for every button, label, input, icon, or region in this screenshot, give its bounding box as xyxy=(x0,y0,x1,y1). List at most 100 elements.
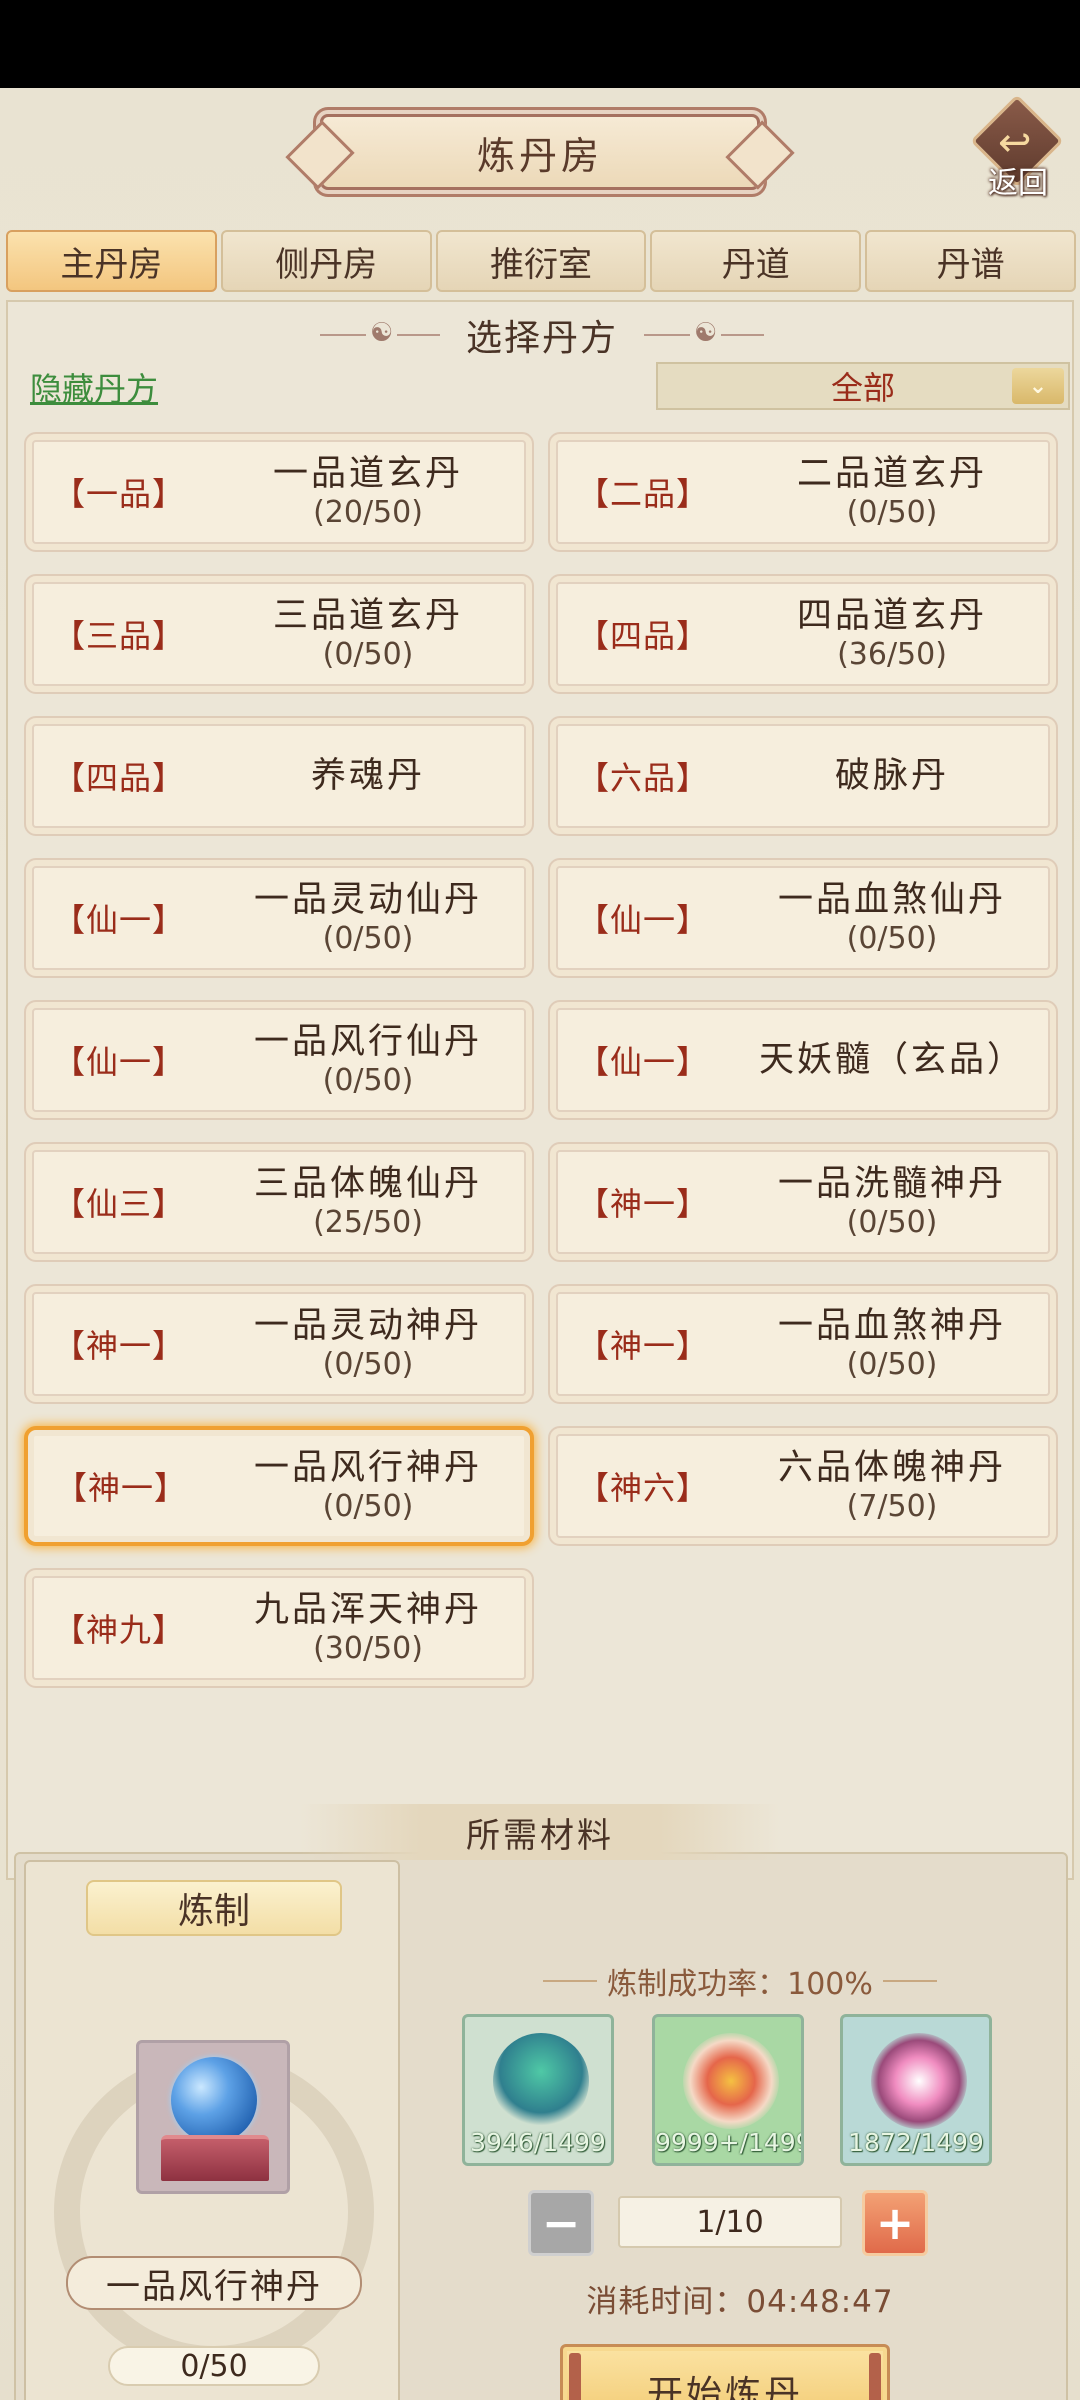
recipe-info: 一品风行神丹 (0/50) xyxy=(214,1447,530,1525)
recipe-info: 一品血煞仙丹 (0/50) xyxy=(736,879,1056,957)
recipe-card[interactable]: 【六品】 破脉丹 xyxy=(548,716,1058,836)
recipe-grade: 【神一】 xyxy=(54,1469,187,1507)
recipe-count: (0/50) xyxy=(322,637,414,672)
recipe-count: (0/50) xyxy=(846,1205,938,1240)
recipe-info: 一品灵动仙丹 (0/50) xyxy=(212,879,532,957)
choose-recipe-header: 选择丹方 xyxy=(8,310,1076,360)
decrease-quantity-button[interactable]: − xyxy=(528,2190,594,2256)
recipe-card[interactable]: 【仙一】 一品灵动仙丹 (0/50) xyxy=(24,858,534,978)
recipe-count: (0/50) xyxy=(846,495,938,530)
recipe-card[interactable]: 【仙一】 一品血煞仙丹 (0/50) xyxy=(548,858,1058,978)
hide-recipes-link[interactable]: 隐藏丹方 xyxy=(30,364,158,410)
recipe-info: 三品道玄丹 (0/50) xyxy=(212,595,532,673)
success-rate-text: 炼制成功率：100% xyxy=(607,1967,873,2002)
recipe-info: 六品体魄神丹 (7/50) xyxy=(736,1447,1056,1525)
recipe-card[interactable]: 【神六】 六品体魄神丹 (7/50) xyxy=(548,1426,1058,1546)
success-rate-line: 炼制成功率：100% xyxy=(410,1960,1070,2002)
craft-label: 炼制 xyxy=(86,1880,342,1936)
recipe-card[interactable]: 【四品】 四品道玄丹 (36/50) xyxy=(548,574,1058,694)
recipe-grade: 【六品】 xyxy=(576,759,709,797)
recipe-name: 一品血煞神丹 xyxy=(777,1306,1006,1346)
recipe-card[interactable]: 【三品】 三品道玄丹 (0/50) xyxy=(24,574,534,694)
recipe-name: 一品风行仙丹 xyxy=(253,1022,482,1062)
minus-icon: − xyxy=(541,2196,581,2250)
recipe-count: (0/50) xyxy=(846,921,938,956)
material-qty: 1872/1499 xyxy=(848,2128,984,2157)
recipe-name: 一品风行神丹 xyxy=(253,1448,482,1488)
recipe-info: 九品浑天神丹 (30/50) xyxy=(212,1589,532,1667)
recipe-count: (25/50) xyxy=(313,1205,423,1240)
yin-yang-ornament-icon xyxy=(644,318,764,348)
recipe-info: 破脉丹 xyxy=(736,755,1056,797)
recipe-info: 三品体魄仙丹 (25/50) xyxy=(212,1163,532,1241)
recipe-count: (36/50) xyxy=(837,637,947,672)
pink-blossom-icon xyxy=(871,2033,967,2129)
recipe-name: 一品血煞仙丹 xyxy=(777,880,1006,920)
recipe-card[interactable]: 【神九】 九品浑天神丹 (30/50) xyxy=(24,1568,534,1688)
recipe-name: 一品灵动仙丹 xyxy=(253,880,482,920)
material-slot-2[interactable]: 9999+/1499 xyxy=(652,2014,804,2166)
recipe-count: (7/50) xyxy=(846,1489,938,1524)
recipe-name: 九品浑天神丹 xyxy=(253,1590,482,1630)
pill-item-slot[interactable] xyxy=(136,2040,290,2194)
tab-side-room[interactable]: 侧丹房 xyxy=(220,230,432,292)
title-plate: 炼丹房 xyxy=(320,114,760,190)
material-qty: 3946/1499 xyxy=(470,2128,606,2157)
recipe-name: 三品道玄丹 xyxy=(272,596,463,636)
alchemy-room-screen: 炼丹房 ↩ 返回 主丹房 侧丹房 推衍室 丹道 丹谱 选择丹方 隐藏丹方 全部 … xyxy=(0,88,1080,2400)
recipe-name: 天妖髓（玄品） xyxy=(758,1040,1025,1080)
back-button[interactable]: ↩ 返回 xyxy=(968,94,1068,202)
recipe-grade: 【仙一】 xyxy=(576,1043,709,1081)
orb-stand-icon xyxy=(161,2135,269,2181)
filter-value: 全部 xyxy=(830,369,895,407)
status-bar xyxy=(0,0,1080,88)
recipe-name: 二品道玄丹 xyxy=(796,454,987,494)
recipe-info: 天妖髓（玄品） xyxy=(736,1039,1056,1081)
recipe-grade: 【神一】 xyxy=(576,1185,709,1223)
recipe-card[interactable]: 【二品】 二品道玄丹 (0/50) xyxy=(548,432,1058,552)
recipe-count: (0/50) xyxy=(322,1347,414,1382)
recipe-count: (30/50) xyxy=(313,1631,423,1666)
recipe-card[interactable]: 【神一】 一品风行神丹 (0/50) xyxy=(24,1426,534,1546)
recipe-grade: 【仙一】 xyxy=(52,1043,185,1081)
recipe-card[interactable]: 【四品】 养魂丹 xyxy=(24,716,534,836)
time-cost-text: 消耗时间：04:48:47 xyxy=(586,2284,894,2320)
recipe-grade: 【二品】 xyxy=(576,475,709,513)
recipe-card[interactable]: 【仙一】 天妖髓（玄品） xyxy=(548,1000,1058,1120)
recipe-grade: 【仙三】 xyxy=(52,1185,185,1223)
recipe-card[interactable]: 【神一】 一品洗髓神丹 (0/50) xyxy=(548,1142,1058,1262)
material-slot-1[interactable]: 3946/1499 xyxy=(462,2014,614,2166)
plus-icon: + xyxy=(875,2196,915,2250)
increase-quantity-button[interactable]: + xyxy=(862,2190,928,2256)
tab-pill-catalog[interactable]: 丹谱 xyxy=(865,230,1076,292)
recipe-card[interactable]: 【神一】 一品灵动神丹 (0/50) xyxy=(24,1284,534,1404)
grade-filter-select[interactable]: 全部 ⌄ xyxy=(656,362,1070,410)
recipe-count: (0/50) xyxy=(322,1063,414,1098)
craft-target-box: 炼制 一品风行神丹 0/50 xyxy=(24,1860,400,2400)
materials-title: 所需材料 xyxy=(300,1804,780,1860)
recipe-name: 四品道玄丹 xyxy=(796,596,987,636)
tab-bar: 主丹房 侧丹房 推衍室 丹道 丹谱 xyxy=(6,230,1076,292)
material-slot-3[interactable]: 1872/1499 xyxy=(840,2014,992,2166)
tab-deduction-room[interactable]: 推衍室 xyxy=(435,230,647,292)
recipe-grade: 【神六】 xyxy=(576,1469,709,1507)
recipe-name: 一品灵动神丹 xyxy=(253,1306,482,1346)
recipe-grade: 【神九】 xyxy=(52,1611,185,1649)
tab-pill-path[interactable]: 丹道 xyxy=(650,230,862,292)
start-alchemy-button[interactable]: 开始炼丹 xyxy=(560,2344,890,2400)
tab-main-room[interactable]: 主丹房 xyxy=(6,230,217,292)
recipe-card[interactable]: 【仙三】 三品体魄仙丹 (25/50) xyxy=(24,1142,534,1262)
recipe-count: (0/50) xyxy=(322,921,414,956)
chevron-down-icon[interactable]: ⌄ xyxy=(1012,368,1064,404)
recipe-card[interactable]: 【一品】 一品道玄丹 (20/50) xyxy=(24,432,534,552)
recipe-info: 一品洗髓神丹 (0/50) xyxy=(736,1163,1056,1241)
recipe-name: 一品道玄丹 xyxy=(272,454,463,494)
recipe-grade: 【四品】 xyxy=(576,617,709,655)
recipe-card[interactable]: 【神一】 一品血煞神丹 (0/50) xyxy=(548,1284,1058,1404)
recipe-card[interactable]: 【仙一】 一品风行仙丹 (0/50) xyxy=(24,1000,534,1120)
recipe-info: 一品风行仙丹 (0/50) xyxy=(212,1021,532,1099)
jade-tree-icon xyxy=(493,2033,589,2129)
quantity-field[interactable]: 1/10 xyxy=(618,2196,842,2248)
recipe-grade: 【仙一】 xyxy=(576,901,709,939)
recipe-name: 三品体魄仙丹 xyxy=(253,1164,482,1204)
